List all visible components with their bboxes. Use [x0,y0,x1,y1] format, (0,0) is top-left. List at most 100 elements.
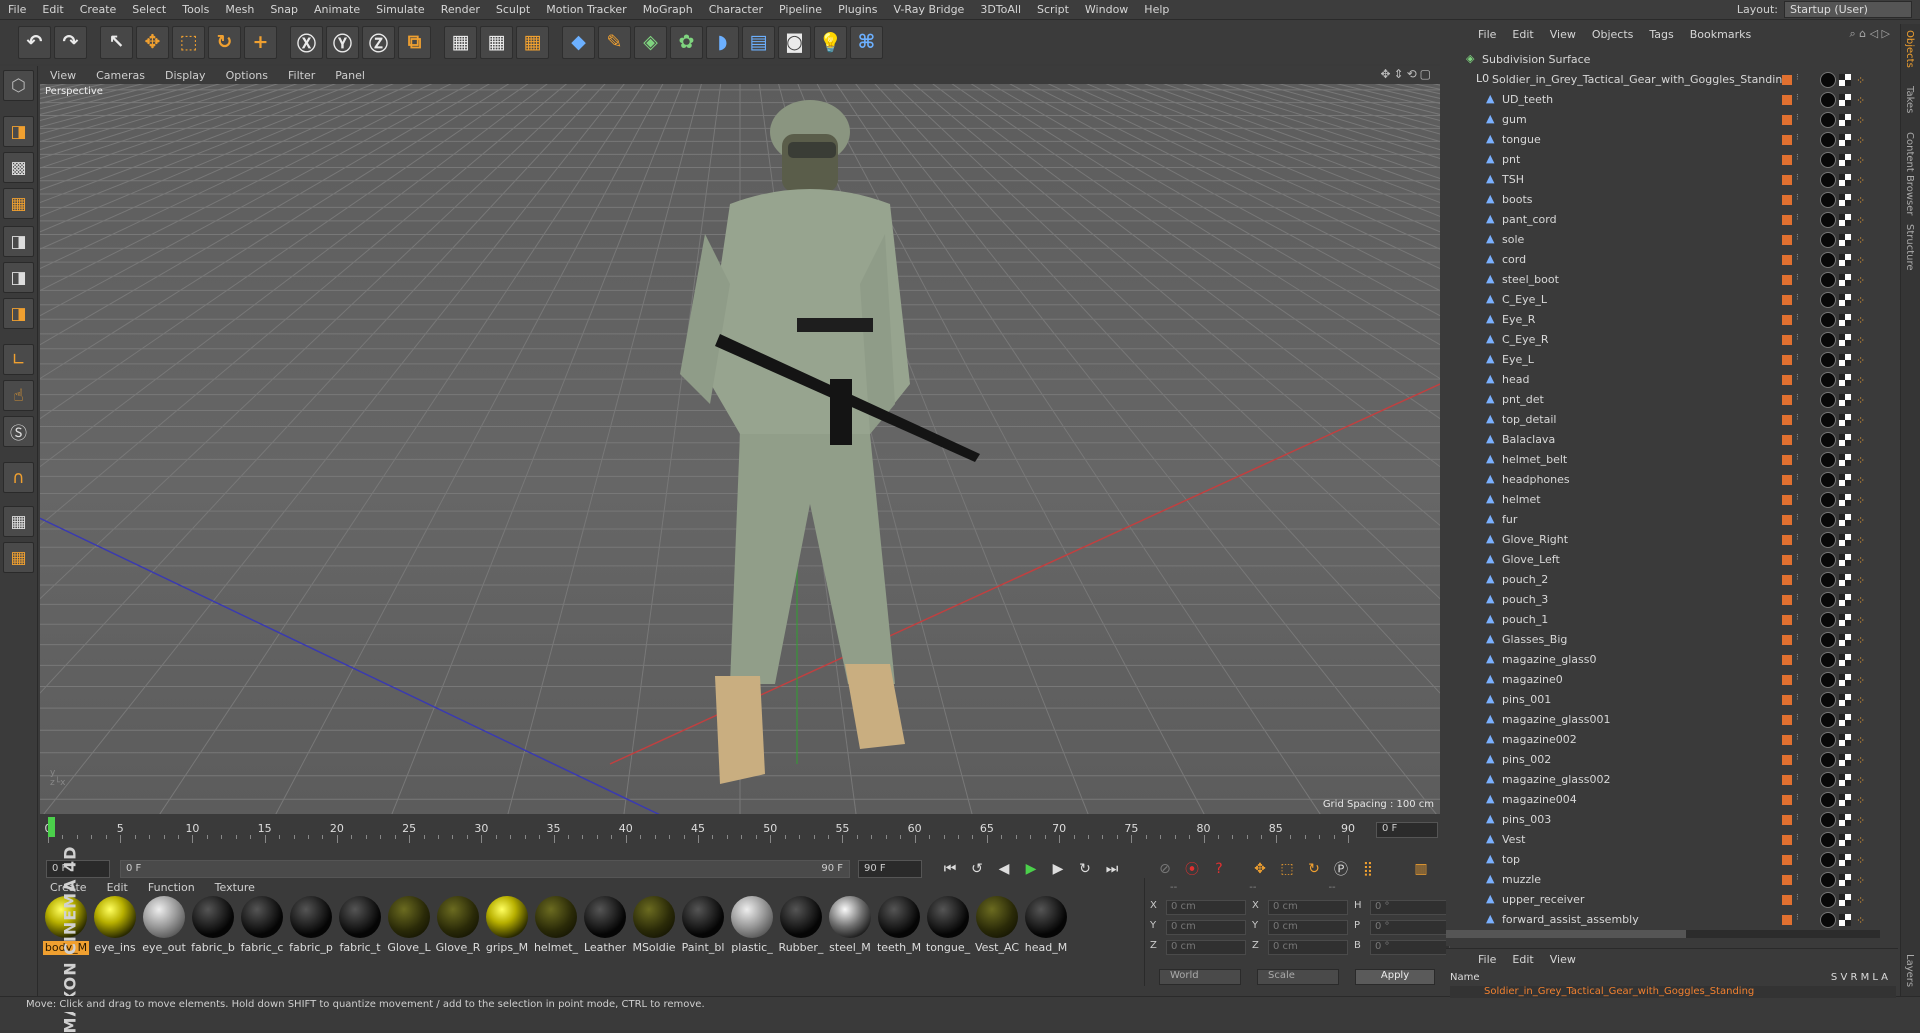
object-menu-file[interactable]: File [1470,28,1504,41]
timeline[interactable]: 051015202530354045505560657075808590 0 F [40,814,1440,852]
menu-pipeline[interactable]: Pipeline [771,3,830,16]
light-button[interactable]: 💡 [814,25,847,59]
visibility-dots[interactable]: ⁝ [1796,293,1799,303]
phong-tag-icon[interactable]: ⁘ [1856,214,1868,227]
polygons-mode-button[interactable]: ◨ [3,298,34,329]
visibility-dots[interactable]: ⁝ [1796,533,1799,543]
visibility-dots[interactable]: ⁝ [1796,333,1799,343]
texture-tag-icon[interactable] [1839,254,1851,266]
coordinate-mode-dropdown[interactable]: World [1159,969,1241,985]
phong-tag-icon[interactable]: ⁘ [1856,594,1868,607]
apply-button[interactable]: Apply [1355,969,1435,985]
material-tag-icon[interactable] [1820,412,1836,428]
material-tag-icon[interactable] [1820,192,1836,208]
material-preview[interactable] [633,896,675,938]
render-view-button[interactable]: ▦ [444,25,477,59]
material-preview[interactable] [143,896,185,938]
tweak-mode-button[interactable]: ☝ [3,380,34,411]
menu-window[interactable]: Window [1077,3,1136,16]
texture-tag-icon[interactable] [1839,814,1851,826]
material-tag-icon[interactable] [1820,712,1836,728]
object-menu-view[interactable]: View [1542,28,1584,41]
object-tree-row[interactable]: ▲ pouch_1 ⁝ ⁘ [1446,610,1896,630]
material-tag-icon[interactable] [1820,732,1836,748]
texture-tag-icon[interactable] [1839,314,1851,326]
texture-tag-icon[interactable] [1839,754,1851,766]
material-tag-icon[interactable] [1820,852,1836,868]
object-tree-row[interactable]: ▲ magazine_glass001 ⁝ ⁘ [1446,710,1896,730]
viewport-navigation-icons[interactable]: ✥⇕⟲▢ [1380,67,1434,81]
texture-tag-icon[interactable] [1839,554,1851,566]
move-tool-button[interactable]: ✥ [136,25,169,59]
material-tag-icon[interactable] [1820,692,1836,708]
python-button[interactable]: ⌘ [850,25,883,59]
material-tag-icon[interactable] [1820,332,1836,348]
snap-button[interactable]: Ⓢ [3,416,34,447]
phong-tag-icon[interactable]: ⁘ [1856,194,1868,207]
texture-tag-icon[interactable] [1839,74,1851,86]
menu-simulate[interactable]: Simulate [368,3,433,16]
texture-tag-icon[interactable] [1839,714,1851,726]
layer-color-swatch[interactable] [1782,555,1792,565]
material-tag-icon[interactable] [1820,272,1836,288]
phong-tag-icon[interactable]: ⁘ [1856,914,1868,927]
undo-button[interactable]: ↶ [18,25,51,59]
material-item[interactable]: eye_out [141,896,187,966]
material-tag-icon[interactable] [1820,232,1836,248]
object-tree-row[interactable]: ▲ cord ⁝ ⁘ [1446,250,1896,270]
menu-create[interactable]: Create [72,3,125,16]
material-item[interactable]: Leather [582,896,628,966]
material-tag-icon[interactable] [1820,772,1836,788]
material-item[interactable]: Glove_L [386,896,432,966]
menu-script[interactable]: Script [1029,3,1077,16]
object-menu-bookmarks[interactable]: Bookmarks [1682,28,1759,41]
object-tree-row[interactable]: ▲ head ⁝ ⁘ [1446,370,1896,390]
rotate-tool-button[interactable]: ↻ [208,25,241,59]
object-tree-row[interactable]: ▲ magazine004 ⁝ ⁘ [1446,790,1896,810]
object-tree-row[interactable]: ▲ gum ⁝ ⁘ [1446,110,1896,130]
visibility-dots[interactable]: ⁝ [1796,713,1799,723]
material-tag-icon[interactable] [1820,652,1836,668]
object-tree-row[interactable]: ▲ headphones ⁝ ⁘ [1446,470,1896,490]
camera-button[interactable]: ◙ [778,25,811,59]
material-item[interactable]: fabric_p [288,896,334,966]
material-tag-icon[interactable] [1820,532,1836,548]
object-tree-row[interactable]: ▲ magazine002 ⁝ ⁘ [1446,730,1896,750]
object-manager-nav-icons[interactable]: ⌕ ⌂ ◁ ▷ [1849,27,1890,41]
phong-tag-icon[interactable]: ⁘ [1856,514,1868,527]
phong-tag-icon[interactable]: ⁘ [1856,834,1868,847]
phong-tag-icon[interactable]: ⁘ [1856,894,1868,907]
visibility-dots[interactable]: ⁝ [1796,213,1799,223]
phong-tag-icon[interactable]: ⁘ [1856,754,1868,767]
phong-tag-icon[interactable]: ⁘ [1856,234,1868,247]
object-tree-row[interactable]: ▲ C_Eye_R ⁝ ⁘ [1446,330,1896,350]
menu-render[interactable]: Render [433,3,488,16]
object-tree-row[interactable]: ▲ pouch_2 ⁝ ⁘ [1446,570,1896,590]
visibility-dots[interactable]: ⁝ [1796,313,1799,323]
layer-color-swatch[interactable] [1782,775,1792,785]
phong-tag-icon[interactable]: ⁘ [1856,414,1868,427]
object-tree-row[interactable]: ▲ upper_receiver ⁝ ⁘ [1446,890,1896,910]
select-tool-button[interactable]: ↖ [100,25,133,59]
visibility-dots[interactable]: ⁝ [1796,893,1799,903]
object-tree-row[interactable]: ▲ pins_003 ⁝ ⁘ [1446,810,1896,830]
layer-color-swatch[interactable] [1782,815,1792,825]
visibility-dots[interactable]: ⁝ [1796,833,1799,843]
object-tree-row[interactable]: ▲ helmet ⁝ ⁘ [1446,490,1896,510]
material-tag-icon[interactable] [1820,632,1836,648]
size-mode-dropdown[interactable]: Scale [1257,969,1339,985]
material-preview[interactable] [731,896,773,938]
visibility-dots[interactable]: ⁝ [1796,93,1799,103]
material-preview[interactable] [1025,896,1067,938]
layer-color-swatch[interactable] [1782,155,1792,165]
material-item[interactable]: MSoldie [631,896,677,966]
menu-plugins[interactable]: Plugins [830,3,885,16]
visibility-dots[interactable]: ⁝ [1796,693,1799,703]
layer-color-swatch[interactable] [1782,795,1792,805]
material-item[interactable]: steel_M [827,896,873,966]
subdivision-surface-button[interactable]: ◈ [634,25,667,59]
material-tag-icon[interactable] [1820,792,1836,808]
phong-tag-icon[interactable]: ⁘ [1856,474,1868,487]
object-tree-row[interactable]: ▲ fur ⁝ ⁘ [1446,510,1896,530]
phong-tag-icon[interactable]: ⁘ [1856,74,1868,87]
